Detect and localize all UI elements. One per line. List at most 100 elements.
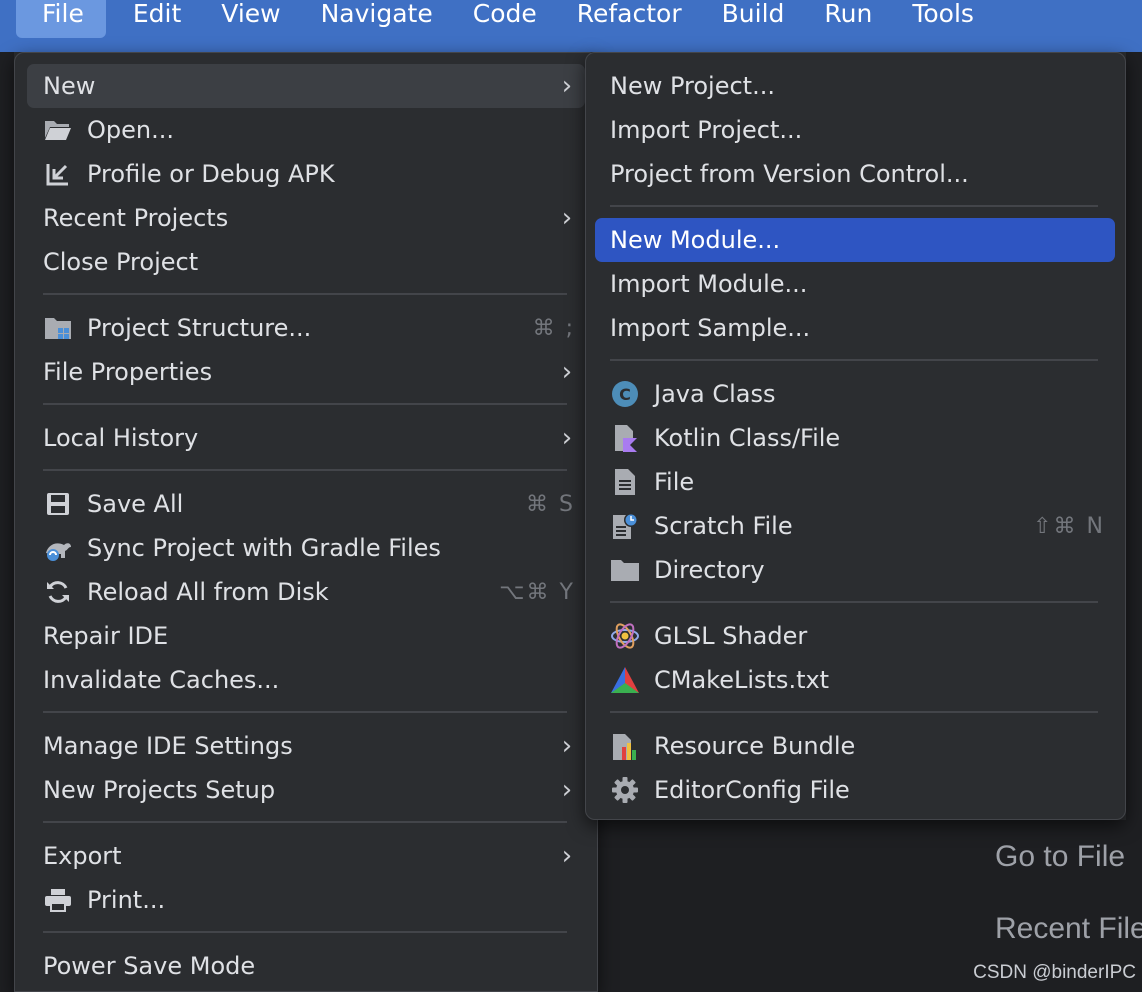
java-class-icon: C: [610, 379, 640, 409]
menu-item-new-module[interactable]: New Module...: [595, 218, 1115, 262]
shortcut-label: ⌥⌘ Y: [499, 579, 575, 605]
folder-open-icon: [43, 115, 73, 145]
menu-item-project-from-vcs[interactable]: Project from Version Control...: [595, 152, 1115, 196]
gear-icon: [610, 775, 640, 805]
menu-item-save-all[interactable]: Save All ⌘ S: [27, 482, 585, 526]
menu-item-directory[interactable]: Directory: [595, 548, 1115, 592]
menu-item-label: GLSL Shader: [654, 622, 808, 650]
menubar-run[interactable]: Run: [811, 0, 885, 38]
menu-item-close-project[interactable]: Close Project: [27, 240, 585, 284]
chevron-right-icon: ›: [561, 357, 573, 387]
gradle-sync-icon: [43, 533, 73, 563]
menubar-tools[interactable]: Tools: [899, 0, 987, 38]
menu-item-label: Project from Version Control...: [610, 160, 969, 188]
menu-item-label: New Project...: [610, 72, 775, 100]
menu-item-import-project[interactable]: Import Project...: [595, 108, 1115, 152]
menu-item-import-module[interactable]: Import Module...: [595, 262, 1115, 306]
menu-item-label: Recent Projects: [43, 204, 229, 232]
menu-item-new-project[interactable]: New Project...: [595, 64, 1115, 108]
menu-item-new-projects-setup[interactable]: New Projects Setup ›: [27, 768, 585, 812]
menu-item-file-properties[interactable]: File Properties ›: [27, 350, 585, 394]
menu-separator: [610, 359, 1098, 361]
menu-item-project-structure[interactable]: Project Structure... ⌘ ;: [27, 306, 585, 350]
menu-item-label: Invalidate Caches...: [43, 666, 280, 694]
chevron-right-icon: ›: [561, 775, 573, 805]
menu-item-label: New Module...: [610, 226, 781, 254]
menu-item-invalidate-caches[interactable]: Invalidate Caches...: [27, 658, 585, 702]
menu-item-editorconfig-file[interactable]: EditorConfig File: [595, 768, 1115, 812]
menu-item-profile-debug-apk[interactable]: Profile or Debug APK: [27, 152, 585, 196]
menu-item-label: CMakeLists.txt: [654, 666, 830, 694]
menu-item-scratch-file[interactable]: Scratch File ⇧⌘ N: [595, 504, 1115, 548]
menu-item-new[interactable]: New ›: [27, 64, 585, 108]
menu-item-label: Sync Project with Gradle Files: [87, 534, 441, 562]
menu-item-label: Print...: [87, 886, 166, 914]
folder-icon: [610, 555, 640, 585]
menu-item-sync-gradle[interactable]: Sync Project with Gradle Files: [27, 526, 585, 570]
shortcut-label: ⌘ ;: [532, 315, 575, 341]
menu-item-label: Directory: [654, 556, 765, 584]
menu-item-print[interactable]: Print...: [27, 878, 585, 922]
file-menu: New › Open... Profile or Debug APK Recen…: [14, 52, 598, 992]
menu-item-reload-from-disk[interactable]: Reload All from Disk ⌥⌘ Y: [27, 570, 585, 614]
menu-item-manage-ide-settings[interactable]: Manage IDE Settings ›: [27, 724, 585, 768]
cmake-icon: [610, 665, 640, 695]
menu-separator: [43, 931, 567, 933]
resource-bundle-icon: [610, 731, 640, 761]
menu-item-file[interactable]: File: [595, 460, 1115, 504]
chevron-right-icon: ›: [561, 841, 573, 871]
menu-item-label: Power Save Mode: [43, 952, 256, 980]
menu-item-label: File Properties: [43, 358, 213, 386]
menubar-navigate[interactable]: Navigate: [308, 0, 446, 38]
menu-item-label: Repair IDE: [43, 622, 169, 650]
menubar-edit[interactable]: Edit: [120, 0, 194, 38]
menu-separator: [43, 821, 567, 823]
menu-item-label: Profile or Debug APK: [87, 160, 335, 188]
import-arrow-icon: [43, 159, 73, 189]
menu-item-label: EditorConfig File: [654, 776, 850, 804]
recent-files-hint: Recent File: [995, 912, 1142, 945]
file-icon: [610, 467, 640, 497]
menu-item-java-class[interactable]: C Java Class: [595, 372, 1115, 416]
menu-item-label: New: [43, 72, 96, 100]
go-to-file-hint: Go to File: [995, 840, 1126, 873]
new-submenu: New Project... Import Project... Project…: [585, 52, 1126, 820]
menu-item-repair-ide[interactable]: Repair IDE: [27, 614, 585, 658]
svg-text:C: C: [619, 385, 631, 404]
menu-item-label: Reload All from Disk: [87, 578, 329, 606]
save-icon: [43, 489, 73, 519]
menubar-refactor[interactable]: Refactor: [564, 0, 695, 38]
menu-separator: [43, 469, 567, 471]
printer-icon: [43, 885, 73, 915]
menu-item-label: Import Project...: [610, 116, 803, 144]
menu-item-import-sample[interactable]: Import Sample...: [595, 306, 1115, 350]
menu-item-glsl-shader[interactable]: GLSL Shader: [595, 614, 1115, 658]
menu-item-label: Close Project: [43, 248, 199, 276]
project-structure-icon: [43, 313, 73, 343]
menu-item-open[interactable]: Open...: [27, 108, 585, 152]
menu-item-label: Import Sample...: [610, 314, 811, 342]
menubar-build[interactable]: Build: [709, 0, 798, 38]
menu-item-label: Project Structure...: [87, 314, 312, 342]
menu-item-resource-bundle[interactable]: Resource Bundle: [595, 724, 1115, 768]
chevron-right-icon: ›: [561, 731, 573, 761]
shortcut-label: ⇧⌘ N: [1033, 513, 1105, 539]
menu-item-power-save-mode[interactable]: Power Save Mode: [27, 944, 585, 988]
menubar-code[interactable]: Code: [460, 0, 550, 38]
menu-item-local-history[interactable]: Local History ›: [27, 416, 585, 460]
menubar-view[interactable]: View: [208, 0, 293, 38]
menu-item-label: Scratch File: [654, 512, 793, 540]
menubar-file[interactable]: File: [16, 0, 106, 38]
menu-item-label: Kotlin Class/File: [654, 424, 841, 452]
menu-item-export[interactable]: Export ›: [27, 834, 585, 878]
menu-separator: [43, 711, 567, 713]
menu-item-cmakelists[interactable]: CMakeLists.txt: [595, 658, 1115, 702]
chevron-right-icon: ›: [561, 71, 573, 101]
menu-item-kotlin-file[interactable]: Kotlin Class/File: [595, 416, 1115, 460]
scratch-file-icon: [610, 511, 640, 541]
menu-item-label: Manage IDE Settings: [43, 732, 293, 760]
menu-item-label: Local History: [43, 424, 199, 452]
glsl-shader-icon: [610, 621, 640, 651]
menu-item-recent-projects[interactable]: Recent Projects ›: [27, 196, 585, 240]
watermark: CSDN @binderIPC: [973, 962, 1136, 983]
